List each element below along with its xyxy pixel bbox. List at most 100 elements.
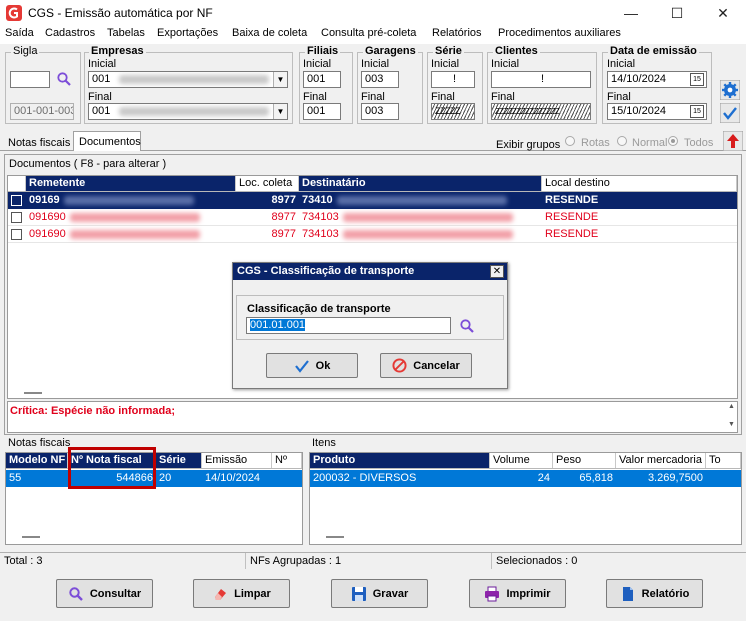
row-checkbox[interactable] [11,212,22,223]
sigla-input[interactable] [10,71,50,88]
critica-scrollbar[interactable]: ▲ ▼ [726,402,737,432]
table-row[interactable]: 091690 8977 734103 RESENDE [8,226,737,243]
row-checkbox[interactable] [11,195,22,206]
limpar-button[interactable]: Limpar [193,579,290,608]
garagens-title: Garagens [363,45,418,57]
dialog-ok-button[interactable]: Ok [266,353,358,378]
row-local-destino: RESENDE [545,211,599,223]
row-remetente: 091690 [29,211,66,223]
consultar-button[interactable]: Consultar [56,579,153,608]
clientes-inicial-label: Inicial [491,58,520,70]
header-produto[interactable]: Produto [310,453,490,468]
tab-notas-fiscais[interactable]: Notas fiscais [8,137,70,149]
header-local-destino[interactable]: Local destino [542,176,737,191]
radio-todos[interactable] [668,136,678,146]
filiais-inicial-input[interactable]: 001 [303,71,341,88]
dialog-close-button[interactable]: ✕ [490,265,504,278]
chevron-down-icon[interactable]: ▼ [273,72,287,87]
menu-saida[interactable]: Saída [2,27,37,39]
calendar-icon[interactable]: 15 [690,105,704,118]
data-inicial-label: Inicial [607,58,636,70]
gravar-button[interactable]: Gravar [331,579,428,608]
dialog-cancel-button[interactable]: Cancelar [380,353,472,378]
cancel-icon [392,358,407,373]
menu-tabelas[interactable]: Tabelas [104,27,148,39]
classificacao-input[interactable]: 001.01.001 [246,317,451,334]
table-row[interactable]: 091690 8977 734103 RESENDE [8,209,737,226]
settings-gear-icon[interactable] [720,80,740,100]
menu-relatorios[interactable]: Relatórios [429,27,485,39]
header-remetente[interactable]: Remetente [26,176,236,191]
close-button[interactable]: ✕ [700,0,746,26]
menu-cadastros[interactable]: Cadastros [42,27,98,39]
scroll-grip[interactable] [326,536,344,538]
blurred-text [63,195,194,205]
header-valor-mercadoria[interactable]: Valor mercadoria [616,453,706,468]
empresas-inicial-combo[interactable]: 001 [88,71,288,88]
scroll-grip[interactable] [22,536,40,538]
imprimir-button[interactable]: Imprimir [469,579,566,608]
header-n[interactable]: Nº [272,453,302,468]
documentos-title: Documentos ( F8 - para alterar ) [9,158,167,170]
menu-consulta-pre-coleta[interactable]: Consulta pré-coleta [318,27,419,39]
clientes-inicial-input[interactable]: ! [491,71,591,88]
header-to[interactable]: To [706,453,741,468]
empresas-inicial-value: 001 [92,73,111,85]
row-produto: 200032 - DIVERSOS [313,472,417,484]
empresas-final-combo[interactable]: 001 [88,103,288,120]
itens-header: Produto Volume Peso Valor mercadoria To [310,453,741,469]
status-total: Total : 3 [0,553,246,569]
garagens-inicial-input[interactable]: 003 [361,71,399,88]
radio-normal-label: Normal [632,137,668,149]
radio-normal[interactable] [617,136,627,146]
sigla-title: Sigla [11,45,40,57]
status-selecionados: Selecionados : 0 [496,555,578,567]
row-valor: 3.269,7500 [647,472,703,484]
header-peso[interactable]: Peso [553,453,616,468]
tab-documentos[interactable]: Documentos [73,131,141,151]
consultar-label: Consultar [89,587,142,600]
radio-rotas[interactable] [565,136,575,146]
header-destinatario[interactable]: Destinatário [299,176,542,191]
empresas-title: Empresas [89,45,146,57]
search-icon[interactable] [459,318,475,334]
blurred-text [69,229,200,239]
row-loc-coleta: 8977 [271,228,296,240]
row-checkbox[interactable] [11,229,22,240]
garagens-inicial-label: Inicial [361,58,390,70]
row-remetente: 09169 [29,194,60,206]
dialog-ok-label: Ok [315,359,331,372]
menu-exportacoes[interactable]: Exportações [154,27,221,39]
header-loc-coleta[interactable]: Loc. coleta [236,176,299,191]
blurred-text [336,195,507,205]
row-destinatario: 73410 [302,194,333,206]
serie-final-input[interactable]: ZZZZZ [431,103,475,120]
menu-baixa-coleta[interactable]: Baixa de coleta [229,27,310,39]
relatorio-button[interactable]: Relatório [606,579,703,608]
menu-procedimentos-auxiliares[interactable]: Procedimentos auxiliares [495,27,624,39]
serie-inicial-input[interactable]: ! [431,71,475,88]
filiais-final-input[interactable]: 001 [303,103,341,120]
header-volume[interactable]: Volume [490,453,553,468]
data-final-label: Final [607,91,631,103]
arrow-up-icon[interactable] [723,131,743,151]
row-modelo: 55 [9,472,22,484]
confirm-check-icon[interactable] [720,103,740,123]
maximize-button[interactable]: ☐ [654,0,700,26]
serie-title: Série [433,45,464,57]
calendar-icon[interactable]: 15 [690,73,704,86]
row-n [272,470,302,487]
serie-final-label: Final [431,91,455,103]
header-serie[interactable]: Série [156,453,202,468]
table-row[interactable]: 09169 8977 73410 RESENDE [8,192,737,209]
scroll-grip[interactable] [24,392,42,394]
chevron-down-icon[interactable]: ▼ [273,104,287,119]
sigla-search-icon[interactable] [56,71,72,87]
clientes-final-input[interactable]: ZZZZZZZZZZZZZZZ [491,103,591,120]
minimize-button[interactable]: — [608,0,654,26]
table-row[interactable]: 200032 - DIVERSOS 24 65,818 3.269,7500 [310,470,741,487]
garagens-final-input[interactable]: 003 [361,103,399,120]
header-emissao[interactable]: Emissão [202,453,272,468]
header-indicator [8,176,26,191]
header-modelo-nf[interactable]: Modelo NF [6,453,68,468]
